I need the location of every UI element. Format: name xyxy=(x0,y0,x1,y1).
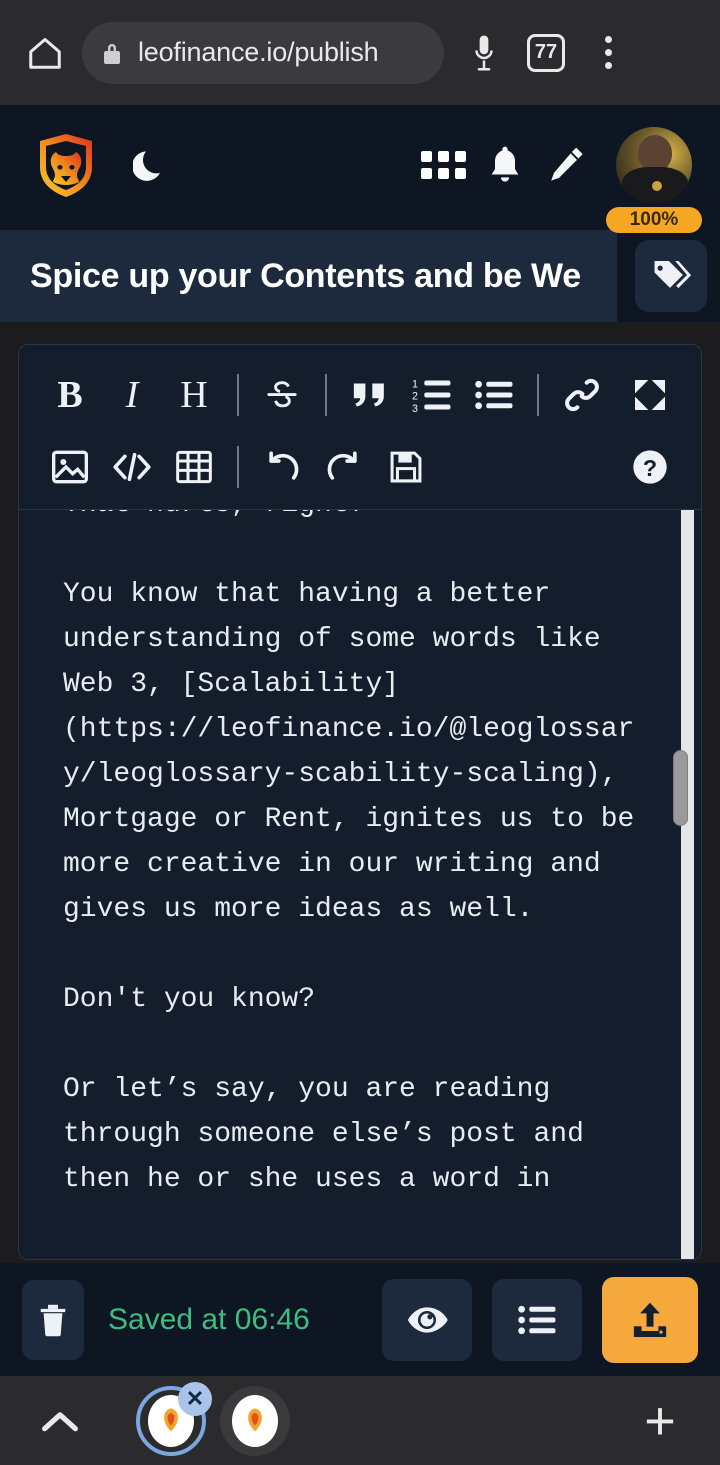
svg-text:?: ? xyxy=(643,455,657,481)
toolbar-divider xyxy=(237,374,239,416)
strikethrough-button[interactable] xyxy=(251,364,313,426)
tab-active[interactable]: ✕ xyxy=(136,1381,212,1456)
home-icon[interactable] xyxy=(18,26,72,80)
markdown-editor: B I H 1 2 3 ? You know that having a bet… xyxy=(18,344,702,1260)
table-button[interactable] xyxy=(163,436,225,498)
editor-content[interactable]: That hurts, right? You know that having … xyxy=(19,510,659,1202)
fullscreen-button[interactable] xyxy=(619,364,681,426)
tab-counter-button[interactable]: 77 xyxy=(518,25,574,81)
voting-power-badge: 100% xyxy=(606,206,702,233)
trash-icon xyxy=(36,1301,70,1339)
list-icon xyxy=(517,1302,557,1338)
avatar[interactable]: 100% xyxy=(606,126,702,233)
editor-toolbar: B I H 1 2 3 ? xyxy=(19,345,701,509)
address-bar[interactable]: leofinance.io/publish xyxy=(82,21,444,84)
toolbar-row-2: ? xyxy=(39,431,681,503)
redo-button[interactable] xyxy=(313,436,375,498)
microphone-icon[interactable] xyxy=(456,25,512,81)
toolbar-divider xyxy=(537,374,539,416)
post-title-text: Spice up your Contents and be We xyxy=(30,256,581,295)
lion-favicon xyxy=(232,1394,278,1447)
app-header: 100% xyxy=(0,105,720,233)
tags-button[interactable] xyxy=(635,240,707,312)
toolbar-row-1: B I H 1 2 3 xyxy=(39,359,681,431)
tab-count-label: 77 xyxy=(527,33,565,72)
editor-scrollbar-thumb[interactable] xyxy=(673,750,688,826)
save-button[interactable] xyxy=(375,436,437,498)
heading-button[interactable]: H xyxy=(163,364,225,426)
upload-icon xyxy=(628,1298,672,1342)
help-button[interactable]: ? xyxy=(619,436,681,498)
url-text: leofinance.io/publish xyxy=(138,37,379,67)
chevron-up-icon[interactable] xyxy=(30,1391,90,1451)
user-avatar-image xyxy=(616,126,692,203)
grid-apps-icon[interactable] xyxy=(412,137,474,193)
kebab-menu-icon[interactable] xyxy=(580,25,636,81)
svg-text:2: 2 xyxy=(412,391,418,403)
delete-draft-button[interactable] xyxy=(22,1279,84,1360)
publish-button[interactable] xyxy=(602,1276,698,1363)
saved-status: Saved at 06:46 xyxy=(108,1302,310,1336)
blockquote-button[interactable] xyxy=(339,364,401,426)
unordered-list-button[interactable] xyxy=(463,364,525,426)
toolbar-divider xyxy=(237,446,239,488)
italic-button[interactable]: I xyxy=(101,364,163,426)
preview-button[interactable] xyxy=(382,1278,472,1361)
code-button[interactable] xyxy=(101,436,163,498)
toolbar-divider xyxy=(325,374,327,416)
svg-text:3: 3 xyxy=(412,403,418,414)
undo-button[interactable] xyxy=(251,436,313,498)
new-tab-button[interactable]: + xyxy=(630,1391,690,1451)
lock-icon xyxy=(100,39,124,67)
moon-icon[interactable] xyxy=(128,143,172,187)
tags-icon xyxy=(650,255,692,297)
pencil-icon[interactable] xyxy=(536,137,598,193)
editor-action-bar: Saved at 06:46 xyxy=(0,1263,720,1376)
editor-text-area[interactable]: That hurts, right? You know that having … xyxy=(19,509,701,1259)
eye-icon xyxy=(406,1302,448,1338)
bell-icon[interactable] xyxy=(474,137,536,193)
browser-toolbar: leofinance.io/publish 77 xyxy=(0,0,720,105)
editor-scrollbar[interactable] xyxy=(673,510,694,1259)
leofinance-lion-logo[interactable] xyxy=(34,132,98,198)
bold-button[interactable]: B xyxy=(39,364,101,426)
browser-tab-strip: ✕ + xyxy=(0,1376,720,1465)
tab-second[interactable] xyxy=(220,1385,290,1456)
post-title-row: Spice up your Contents and be We xyxy=(0,224,720,322)
post-title-input[interactable]: Spice up your Contents and be We xyxy=(0,230,617,322)
svg-text:1: 1 xyxy=(412,378,418,390)
link-button[interactable] xyxy=(551,364,613,426)
image-button[interactable] xyxy=(39,436,101,498)
ordered-list-button[interactable]: 1 2 3 xyxy=(401,364,463,426)
post-options-button[interactable] xyxy=(492,1278,582,1361)
close-icon[interactable]: ✕ xyxy=(178,1381,212,1416)
tab-list: ✕ xyxy=(136,1381,290,1456)
